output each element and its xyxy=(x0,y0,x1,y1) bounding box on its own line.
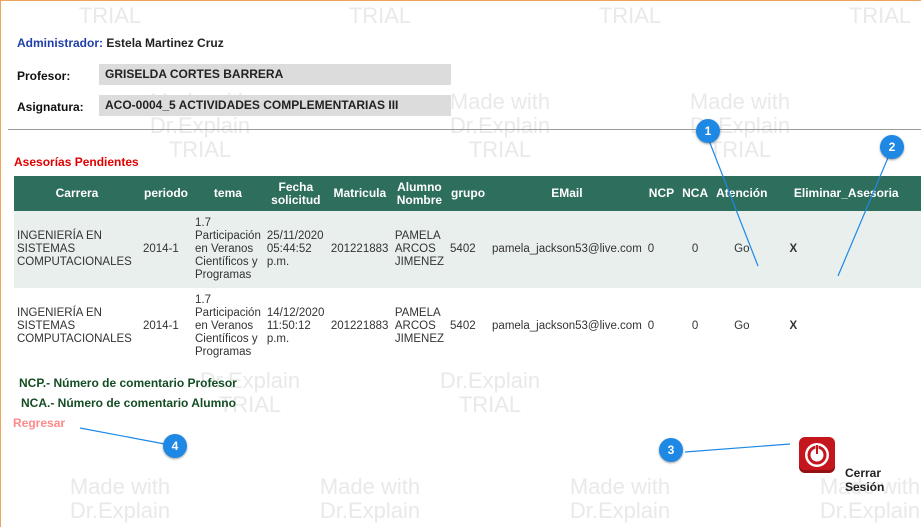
callout-marker-3: 3 xyxy=(659,438,683,462)
callout-lines xyxy=(79,137,891,453)
callout-marker-1: 1 xyxy=(696,119,720,143)
callout-marker-2: 2 xyxy=(880,135,904,159)
callout-marker-4: 4 xyxy=(163,434,187,458)
